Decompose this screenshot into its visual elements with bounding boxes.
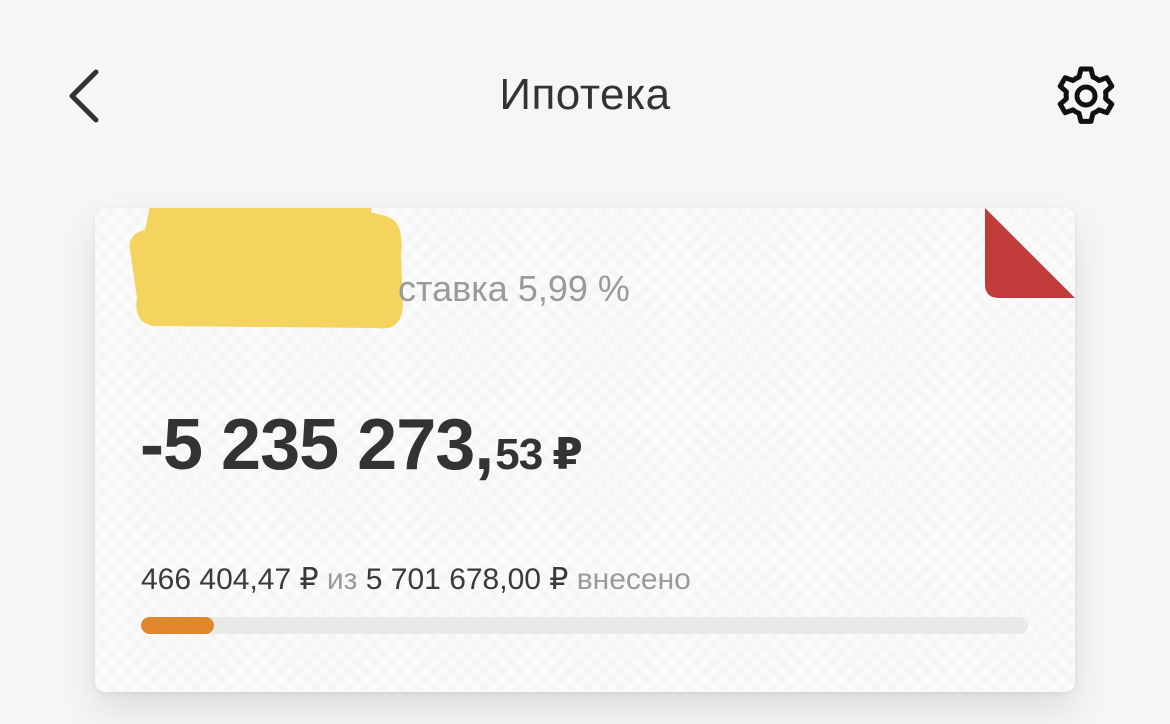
paid-total: 5 701 678,00 ₽: [365, 563, 569, 596]
gear-icon: [1057, 66, 1115, 124]
payment-progress-bar: [141, 617, 1028, 634]
mortgage-screen: Ипотека ставка 5,99 % -5 235 273,53 ₽ 466…: [0, 0, 1170, 724]
remaining-balance: -5 235 273,53 ₽: [140, 404, 583, 486]
settings-button[interactable]: [1052, 62, 1120, 130]
balance-cents: 53: [495, 430, 543, 479]
paid-of: из: [326, 563, 358, 596]
redaction-mark: [129, 208, 403, 329]
paid-amount: 466 404,47 ₽: [141, 563, 319, 596]
interest-rate: ставка 5,99 %: [398, 268, 630, 309]
balance-currency: ₽: [552, 430, 583, 479]
paid-summary: 466 404,47 ₽ из 5 701 678,00 ₽ внесено: [141, 562, 691, 597]
balance-main: -5 235 273,: [140, 405, 494, 485]
payment-progress-fill: [141, 617, 214, 634]
page-title: Ипотека: [499, 70, 671, 119]
corner-flag: [985, 208, 1075, 298]
paid-suffix: внесено: [576, 563, 691, 596]
mortgage-card[interactable]: ставка 5,99 % -5 235 273,53 ₽ 466 404,47 …: [95, 208, 1075, 692]
